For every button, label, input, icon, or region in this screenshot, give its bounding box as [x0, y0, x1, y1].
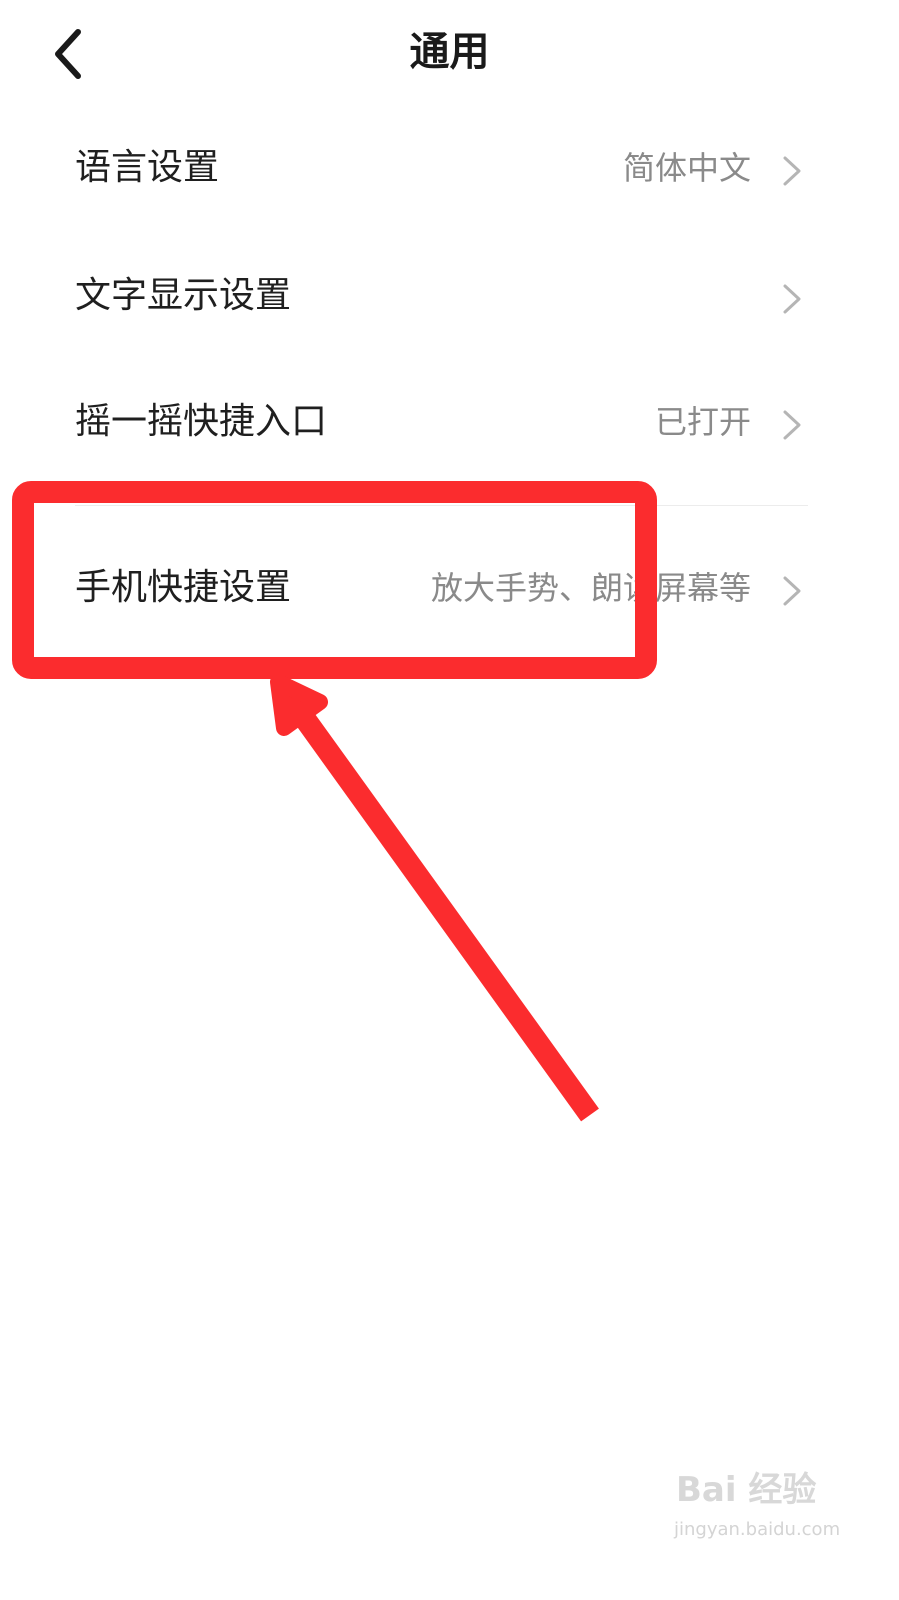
setting-value: 放大手势、朗读屏幕等 — [430, 569, 751, 607]
chevron-right-icon — [783, 410, 801, 440]
chevron-right-icon — [783, 156, 801, 186]
arrow-up-left-icon — [270, 674, 599, 1122]
chevron-right-icon — [783, 284, 801, 314]
watermark-url: jingyan.baidu.com — [674, 1519, 841, 1540]
setting-row-phone-shortcut[interactable]: 手机快捷设置 放大手势、朗读屏幕等 — [0, 524, 899, 652]
setting-row-text-display[interactable]: 文字显示设置 — [0, 232, 899, 360]
watermark-logo: Bai 经验 — [676, 1470, 817, 1510]
setting-row-language[interactable]: 语言设置 简体中文 — [0, 104, 899, 232]
setting-label: 文字显示设置 — [75, 275, 292, 316]
setting-label: 手机快捷设置 — [75, 567, 292, 608]
watermark: Bai 经验 jingyan.baidu.com — [672, 1468, 842, 1560]
setting-row-shake-shortcut[interactable]: 摇一摇快捷入口 已打开 — [0, 358, 899, 486]
chevron-right-icon — [783, 576, 801, 606]
page-title: 通用 — [409, 29, 490, 75]
navigation-bar: 通用 — [0, 0, 899, 110]
setting-label: 摇一摇快捷入口 — [75, 401, 328, 442]
setting-value: 简体中文 — [622, 149, 751, 187]
setting-value: 已打开 — [654, 403, 751, 441]
section-divider — [75, 505, 808, 506]
setting-label: 语言设置 — [75, 147, 220, 188]
